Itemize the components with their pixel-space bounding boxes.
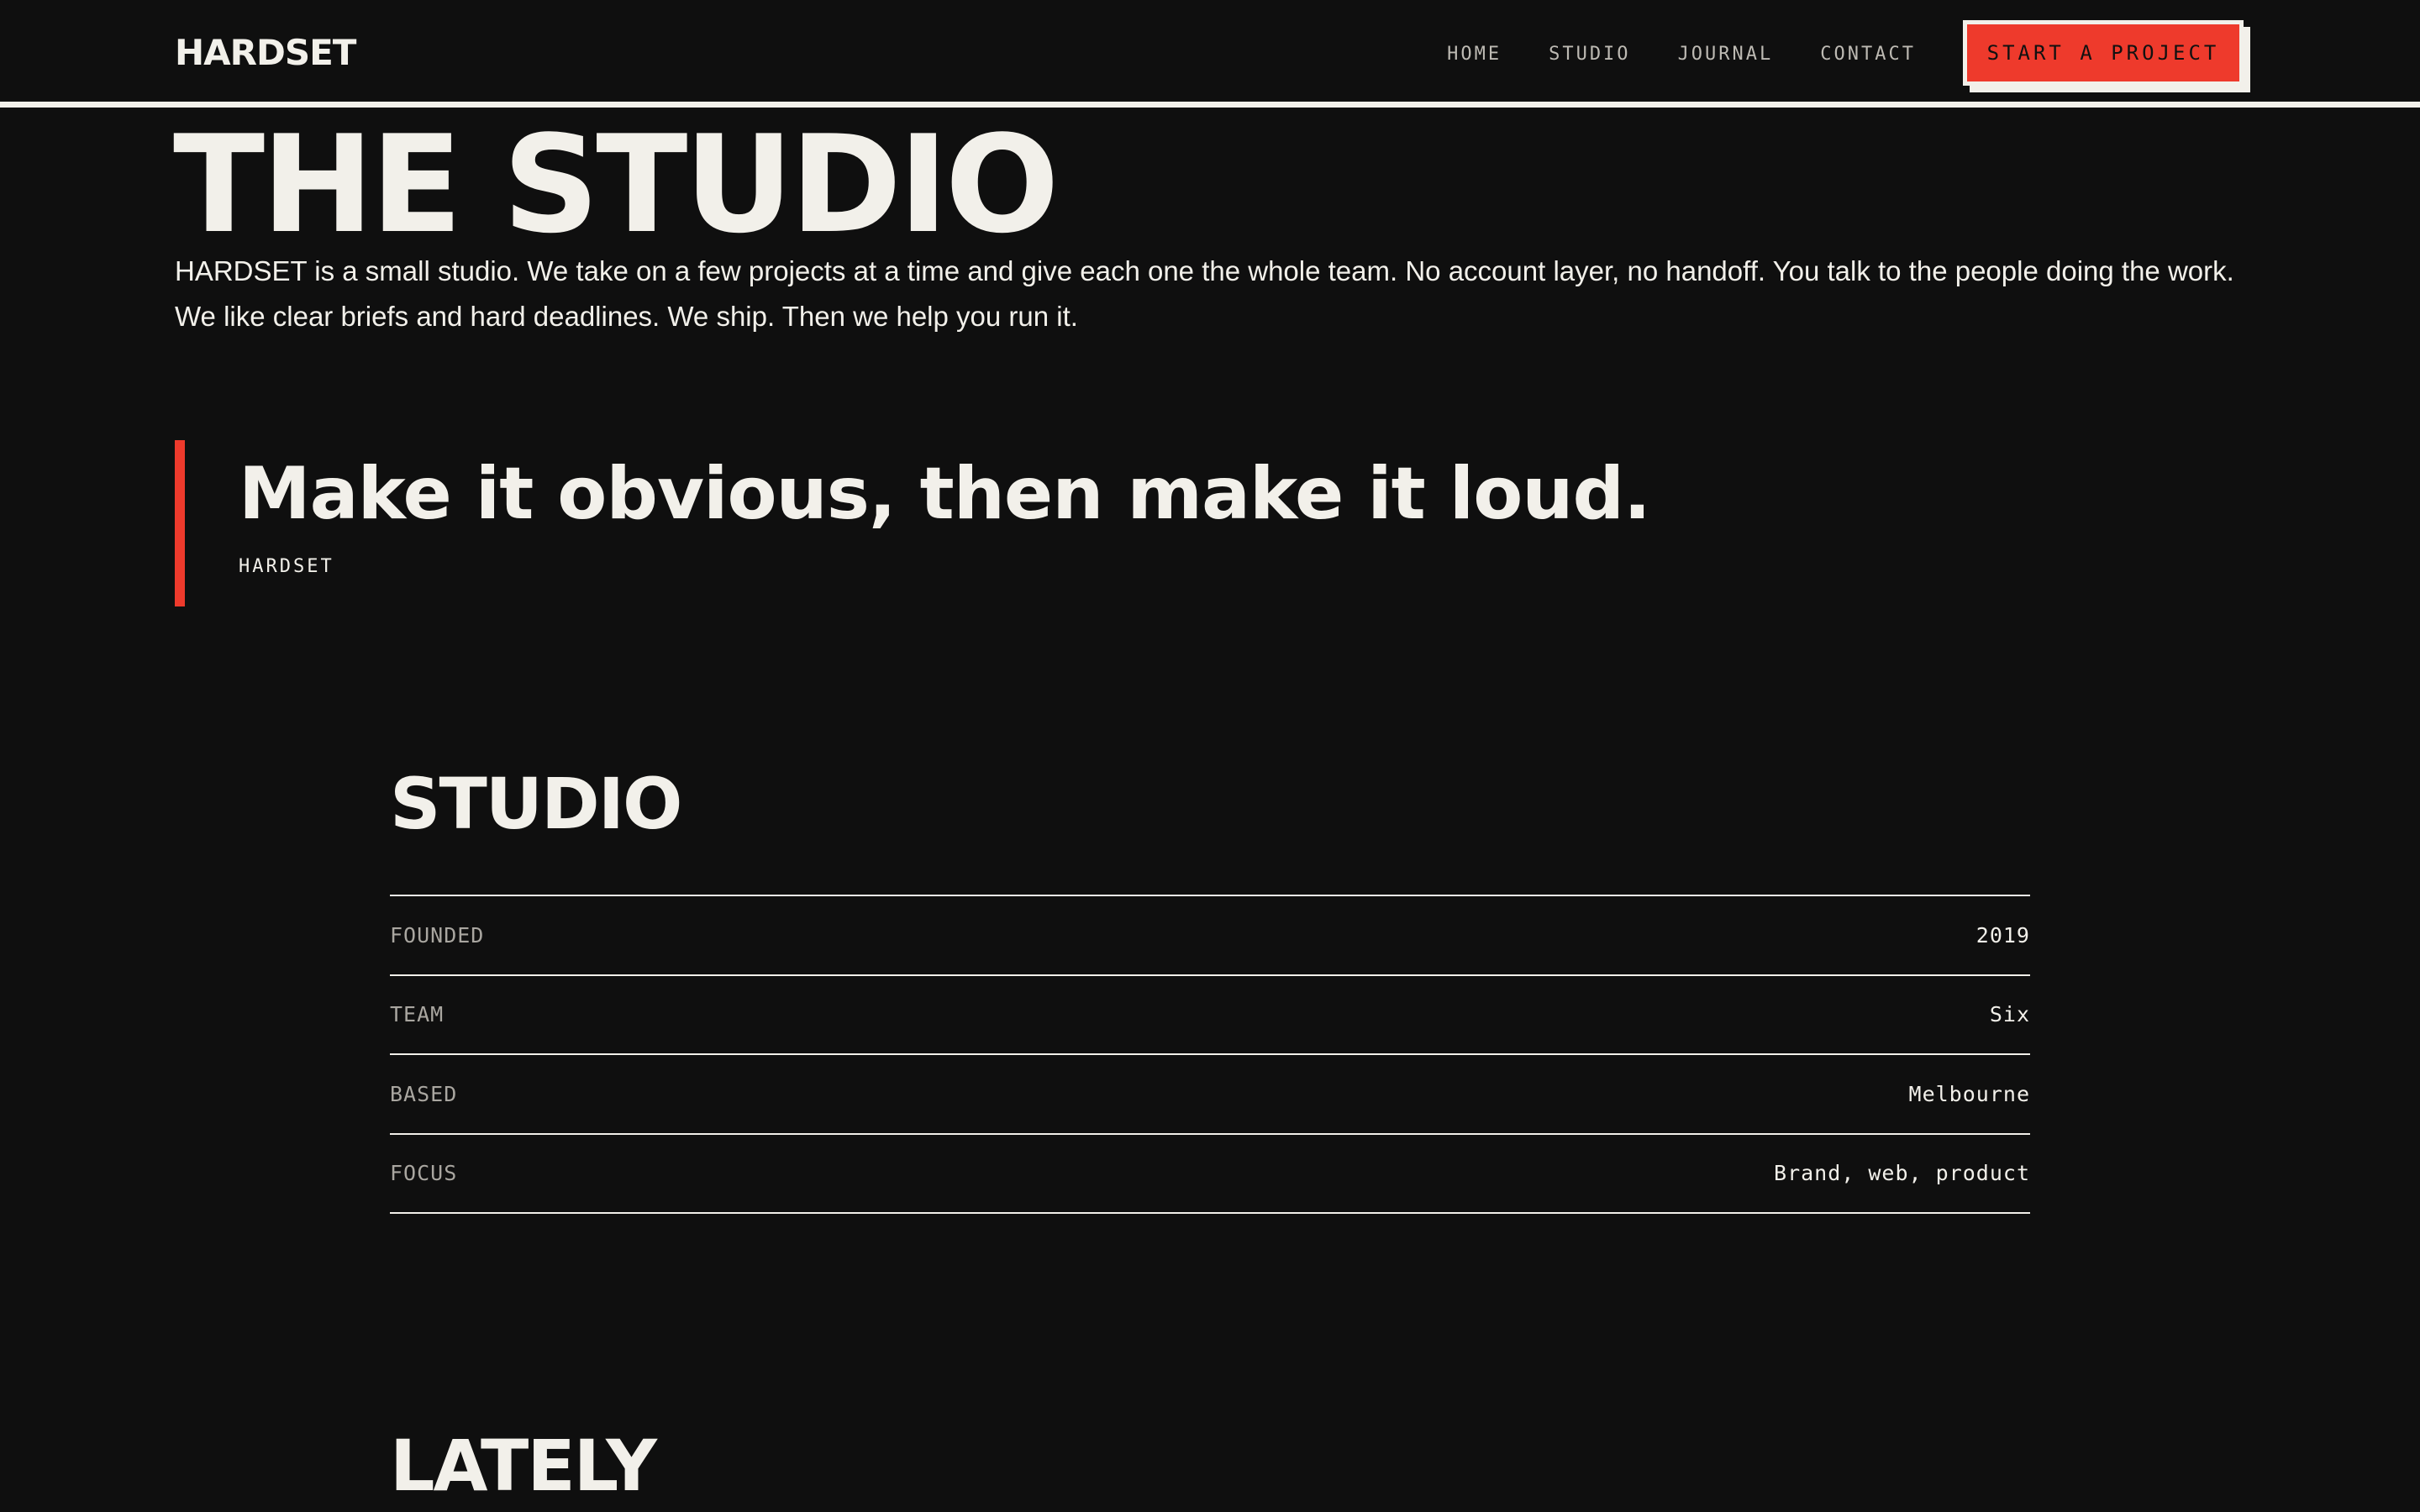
fact-row-focus: FOCUS Brand, web, product (390, 1135, 2030, 1214)
fact-value: Six (1989, 1002, 2030, 1027)
pull-quote: Make it obvious, then make it loud. HARD… (175, 440, 1651, 606)
nav-link-home[interactable]: HOME (1447, 42, 1502, 67)
studio-section-title: STUDIO (390, 763, 682, 845)
studio-facts-table: FOUNDED 2019 TEAM Six BASED Melbourne FO… (390, 895, 2030, 1214)
intro-paragraph: HARDSET is a small studio. We take on a … (175, 255, 2234, 286)
nav-link-journal[interactable]: JOURNAL (1678, 42, 1774, 67)
intro-paragraph: We like clear briefs and hard deadlines.… (175, 301, 1078, 332)
fact-value: 2019 (1975, 922, 2030, 948)
site-logo[interactable]: HARDSET (175, 32, 356, 74)
primary-nav: HOME STUDIO JOURNAL CONTACT (1447, 42, 1916, 67)
fact-row-based: BASED Melbourne (390, 1055, 2030, 1135)
fact-label: TEAM (390, 1002, 445, 1027)
lately-section-title: LATELY (390, 1425, 657, 1507)
fact-value: Melbourne (1908, 1081, 2030, 1106)
quote-attribution: HARDSET (239, 556, 334, 577)
quote-text: Make it obvious, then make it loud. (239, 452, 1651, 536)
start-project-button[interactable]: START A PROJECT (1963, 20, 2244, 86)
nav-link-contact[interactable]: CONTACT (1820, 42, 1916, 67)
nav-link-studio[interactable]: STUDIO (1549, 42, 1630, 67)
intro-text: HARDSET is a small studio. We take on a … (175, 249, 2259, 339)
fact-label: FOUNDED (390, 922, 485, 948)
top-navigation-bar: HARDSET HOME STUDIO JOURNAL CONTACT STAR… (0, 0, 2420, 108)
page-title: THE STUDIO (173, 106, 1060, 263)
fact-row-team: TEAM Six (390, 976, 2030, 1055)
start-project-button-wrapper: START A PROJECT (1963, 20, 2254, 92)
fact-row-founded: FOUNDED 2019 (390, 896, 2030, 976)
fact-label: FOCUS (390, 1161, 458, 1186)
fact-value: Brand, web, product (1774, 1161, 2030, 1186)
fact-label: BASED (390, 1081, 458, 1106)
